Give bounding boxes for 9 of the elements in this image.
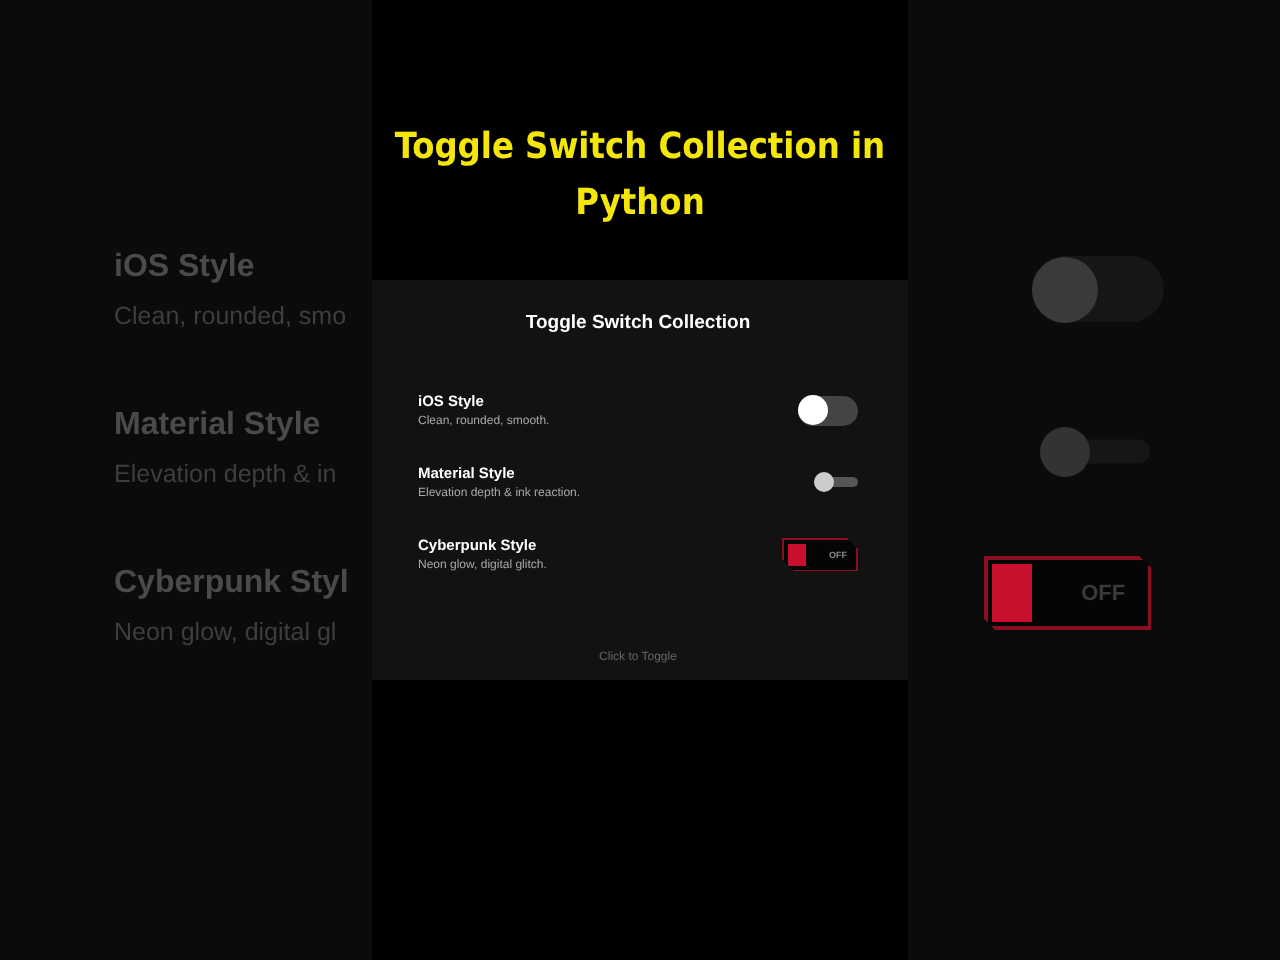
- toggle-switch[interactable]: [798, 395, 858, 425]
- backdrop-label: Material Style: [114, 406, 323, 446]
- toggle-switch[interactable]: [814, 472, 858, 492]
- backdrop-label: Cyberpunk Styl: [114, 564, 351, 604]
- video-title: Toggle Switch Collection in Python: [392, 124, 888, 228]
- toggle-switch[interactable]: [1032, 256, 1164, 322]
- backdrop-label: iOS Style: [114, 248, 257, 288]
- window-title: Toggle Switch Collection: [523, 312, 753, 334]
- toggle-switch[interactable]: [1040, 426, 1150, 476]
